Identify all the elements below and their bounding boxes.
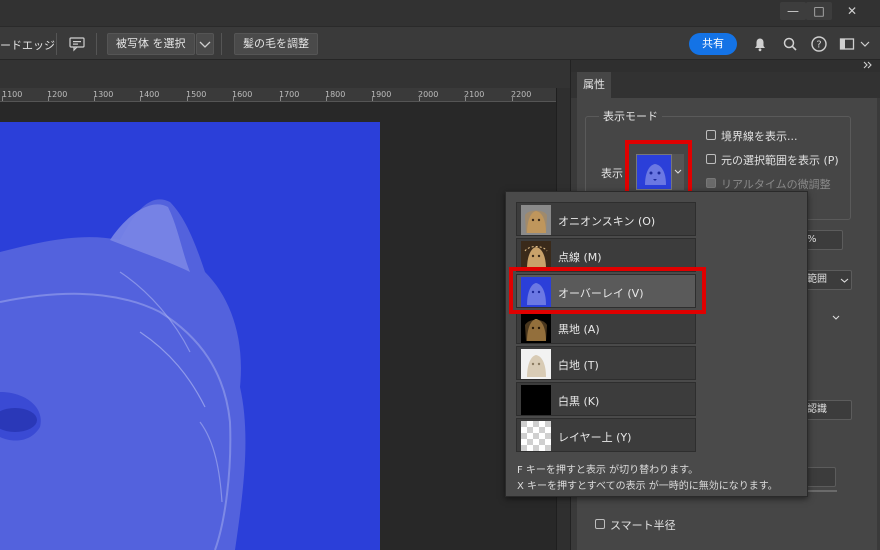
ruler-label: 1800 [325, 90, 346, 99]
search-icon[interactable] [781, 35, 799, 53]
black-white-thumbnail [521, 385, 551, 415]
ruler-label: 2200 [511, 90, 532, 99]
ruler-label: 1600 [232, 90, 253, 99]
tab-properties[interactable]: 属性 [577, 72, 611, 98]
view-option-label: オニオンスキン (O) [558, 215, 656, 228]
percent-field[interactable]: % [803, 230, 843, 250]
ruler-tick [280, 96, 281, 101]
mode-select[interactable] [807, 308, 843, 326]
view-option-black-white[interactable]: 白黒 (K) [516, 382, 696, 416]
ruler-label: 2100 [464, 90, 485, 99]
workspace-icon[interactable] [838, 35, 856, 53]
chevron-down-icon [840, 271, 849, 289]
ruler-label: 1200 [47, 90, 68, 99]
separator [56, 33, 57, 55]
separator [221, 33, 222, 55]
ruler-label: 1500 [186, 90, 207, 99]
select-subject-button[interactable]: 被写体 を選択 [107, 33, 195, 55]
panel-tab-bar [571, 72, 880, 98]
view-option-label: 白黒 (K) [558, 395, 600, 408]
speech-bubble-icon[interactable] [68, 35, 86, 53]
ruler-tick [512, 96, 513, 101]
smart-radius-checkbox[interactable] [595, 519, 605, 529]
ruler-tick [419, 96, 420, 101]
refine-hair-button[interactable]: 髪の毛を調整 [234, 33, 318, 55]
highlight-frame-overlay-option [509, 267, 706, 314]
percent-field-value: % [807, 234, 817, 245]
onion-skin-thumbnail [521, 205, 551, 235]
view-option-onion-skin[interactable]: オニオンスキン (O) [516, 202, 696, 236]
ruler-label: 1300 [93, 90, 114, 99]
popup-hint-f-key: F キーを押すと表示 が切り替わります。 [517, 465, 699, 476]
separator [96, 33, 97, 55]
ruler-label: 1900 [371, 90, 392, 99]
ruler-tick [48, 96, 49, 101]
realtime-refine-checkbox[interactable] [706, 178, 716, 188]
ruler-label: 1700 [279, 90, 300, 99]
refine-edge-label[interactable]: ードエッジ [0, 37, 55, 53]
ruler-tick [372, 96, 373, 101]
chevron-down-icon [197, 41, 213, 57]
ruler-tick [465, 96, 466, 101]
view-option-label: 黒地 (A) [558, 323, 600, 336]
show-original-checkbox[interactable] [706, 154, 716, 164]
view-option-on-black[interactable]: 黒地 (A) [516, 310, 696, 344]
photoshop-window: — □ ✕ ードエッジ 被写体 を選択 髪の毛を調整 共有 ? 1100 120… [0, 0, 880, 550]
ruler-tick [326, 96, 327, 101]
maximize-button[interactable]: □ [806, 2, 832, 20]
popup-hint-x-key: X キーを押すとすべての表示 が一時的に無効になります。 [517, 481, 778, 492]
title-bar: — □ ✕ [0, 0, 880, 26]
ruler-tick [187, 96, 188, 101]
select-subject-dropdown[interactable] [196, 33, 214, 55]
view-option-on-white[interactable]: 白地 (T) [516, 346, 696, 380]
ruler-label: 1100 [2, 90, 23, 99]
on-black-thumbnail [521, 313, 551, 343]
smart-radius-label: スマート半径 [610, 519, 676, 532]
chevron-down-icon [831, 308, 841, 326]
view-option-on-layers[interactable]: レイヤー上 (Y) [516, 418, 696, 452]
ruler-tick [233, 96, 234, 101]
canvas-area[interactable] [0, 102, 556, 550]
show-original-label: 元の選択範囲を表示 (P) [721, 154, 839, 167]
view-mode-title: 表示モード [599, 108, 662, 124]
help-icon[interactable]: ? [810, 35, 828, 53]
radius-slider[interactable] [807, 490, 837, 492]
share-button[interactable]: 共有 [689, 33, 737, 55]
view-option-label: レイヤー上 (Y) [558, 431, 632, 444]
show-edge-checkbox[interactable] [706, 130, 716, 140]
on-white-thumbnail [521, 349, 551, 379]
ruler-label: 2000 [418, 90, 439, 99]
view-label: 表示 [601, 167, 623, 180]
realtime-refine-label: リアルタイムの微調整 [721, 178, 831, 191]
view-mode-popup: オニオンスキン (O) 点線 (M) オーバーレイ (V) 黒地 (A) 白地 … [505, 191, 808, 497]
show-edge-label: 境界線を表示... [721, 130, 798, 143]
chevron-down-icon[interactable] [859, 35, 871, 53]
on-layers-thumbnail [521, 421, 551, 451]
recognition-field-value: 認識 [807, 404, 827, 415]
ruler-label: 1400 [139, 90, 160, 99]
svg-text:?: ? [816, 40, 821, 51]
bell-icon[interactable] [751, 35, 769, 53]
output-range-select[interactable]: 範囲 [803, 270, 852, 290]
recognition-field[interactable]: 認識 [803, 400, 852, 420]
horizontal-ruler: 1100 1200 1300 1400 1500 1600 1700 1800 … [0, 88, 556, 102]
output-range-value: 範囲 [807, 274, 827, 285]
close-button[interactable]: ✕ [838, 2, 866, 20]
ruler-tick [2, 96, 3, 101]
options-bar: ードエッジ 被写体 を選択 髪の毛を調整 共有 ? [0, 26, 880, 60]
view-option-label: 白地 (T) [558, 359, 599, 372]
ruler-tick [140, 96, 141, 101]
lion-image-overlay[interactable] [0, 122, 380, 550]
document-tab-strip [0, 60, 570, 88]
ruler-tick [94, 96, 95, 101]
minimize-button[interactable]: — [780, 2, 806, 20]
panel-header-strip [571, 60, 880, 72]
view-option-label: 点線 (M) [558, 251, 602, 264]
